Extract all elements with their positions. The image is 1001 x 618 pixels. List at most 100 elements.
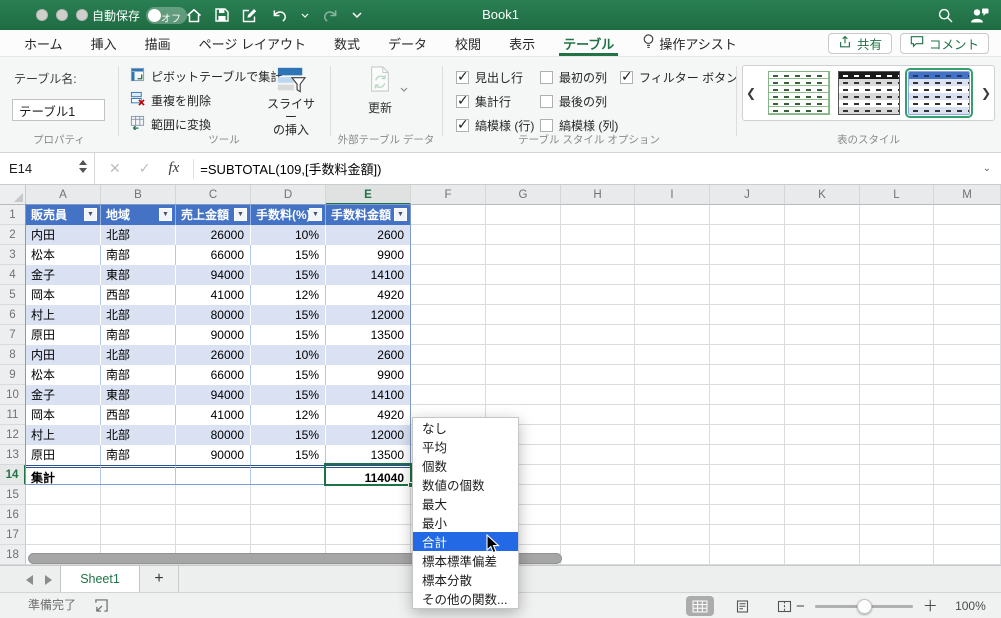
cell[interactable]: 岡本 [26,405,101,425]
cell[interactable] [251,485,326,505]
cell[interactable] [860,545,934,565]
cell[interactable] [561,485,635,505]
cell[interactable] [411,305,486,325]
cell[interactable] [934,405,1001,425]
cell[interactable] [785,205,860,225]
column-header-F[interactable]: F [411,185,486,205]
cell[interactable] [860,405,934,425]
cell[interactable] [860,365,934,385]
checkbox-unchecked[interactable] [540,94,553,108]
cell[interactable] [934,485,1001,505]
row-header-16[interactable]: 16 [0,505,26,525]
cell[interactable] [710,465,785,485]
cell[interactable]: 9900 [326,245,411,265]
filter-dropdown-icon[interactable]: ▼ [159,208,172,221]
column-header-H[interactable]: H [561,185,635,205]
zoom-out-button[interactable]: − [796,599,805,614]
column-header-I[interactable]: I [635,185,710,205]
ribbon-tab-データ[interactable]: データ [374,30,441,56]
page-layout-view-button[interactable] [728,596,756,616]
cell[interactable] [411,365,486,385]
cell[interactable] [635,225,710,245]
cell[interactable] [326,505,411,525]
column-header-A[interactable]: A [26,185,101,205]
row-header-4[interactable]: 4 [0,265,26,285]
cell[interactable]: 10% [251,225,326,245]
cell[interactable]: 西部 [101,285,176,305]
column-header-E[interactable]: E [326,185,411,205]
cell[interactable]: 松本 [26,245,101,265]
style-option-最初の列[interactable]: 最初の列 [540,65,618,89]
cell[interactable] [561,305,635,325]
cell[interactable] [635,505,710,525]
cell[interactable] [635,405,710,425]
cell[interactable] [561,285,635,305]
cell[interactable] [785,325,860,345]
toolbar-options-chevron-icon[interactable] [352,12,362,18]
cell[interactable] [710,345,785,365]
cell[interactable]: 北部 [101,225,176,245]
insert-function-icon[interactable]: fx [168,160,179,177]
table-name-input[interactable] [12,99,105,121]
cell[interactable] [934,525,1001,545]
cell[interactable]: 10% [251,345,326,365]
cell[interactable] [934,305,1001,325]
cell[interactable] [934,225,1001,245]
cell[interactable] [860,425,934,445]
table-header-地域[interactable]: 地域 ▼ [101,205,176,225]
gallery-next-icon[interactable]: ❯ [978,86,994,100]
cell[interactable] [785,305,860,325]
cell[interactable]: 北部 [101,345,176,365]
minimize-window-button[interactable] [56,9,68,21]
cell[interactable] [561,325,635,345]
cell[interactable] [635,445,710,465]
edit-icon[interactable] [242,8,258,23]
cell[interactable] [934,545,1001,565]
row-header-2[interactable]: 2 [0,225,26,245]
menu-item-個数[interactable]: 個数 [413,456,518,475]
cell[interactable] [486,205,561,225]
column-header-G[interactable]: G [486,185,561,205]
cell[interactable] [561,445,635,465]
cell[interactable] [710,365,785,385]
cell[interactable] [251,465,326,485]
menu-item-合計[interactable]: 合計 [413,532,518,551]
close-window-button[interactable] [36,9,48,21]
cell[interactable] [561,405,635,425]
cell[interactable] [411,285,486,305]
checkbox-checked[interactable] [456,116,469,133]
cell[interactable] [635,285,710,305]
cell[interactable]: 北部 [101,305,176,325]
cell[interactable] [860,485,934,505]
cell[interactable] [934,245,1001,265]
cell[interactable] [635,465,710,485]
style-option-フィルター ボタン[interactable]: フィルター ボタン [620,65,738,89]
ribbon-tab-挿入[interactable]: 挿入 [77,30,131,56]
undo-icon[interactable] [271,8,288,23]
zoom-slider-knob[interactable] [856,598,872,614]
cell[interactable] [561,505,635,525]
cell[interactable] [251,525,326,545]
row-header-3[interactable]: 3 [0,245,26,265]
menu-item-標本標準偏差[interactable]: 標本標準偏差 [413,551,518,570]
cell[interactable] [411,345,486,365]
gallery-prev-icon[interactable]: ❮ [743,86,759,100]
ribbon-tab-数式[interactable]: 数式 [320,30,374,56]
cell[interactable]: 9900 [326,365,411,385]
page-break-view-button[interactable] [770,596,798,616]
cell[interactable] [561,245,635,265]
cell[interactable] [635,265,710,285]
cell[interactable] [934,345,1001,365]
cell[interactable] [635,345,710,365]
share-button[interactable]: 共有 [827,32,892,54]
cell[interactable] [710,265,785,285]
table-style-dark[interactable] [837,71,900,115]
cell[interactable] [411,245,486,265]
table-header-手数料金額[interactable]: 手数料金額 ▼ [326,205,411,225]
cell[interactable] [710,305,785,325]
cell[interactable] [635,325,710,345]
cell[interactable] [411,325,486,345]
cell-reference-input[interactable] [0,153,70,184]
next-sheet-icon[interactable] [45,574,52,585]
prev-sheet-icon[interactable] [26,574,33,585]
